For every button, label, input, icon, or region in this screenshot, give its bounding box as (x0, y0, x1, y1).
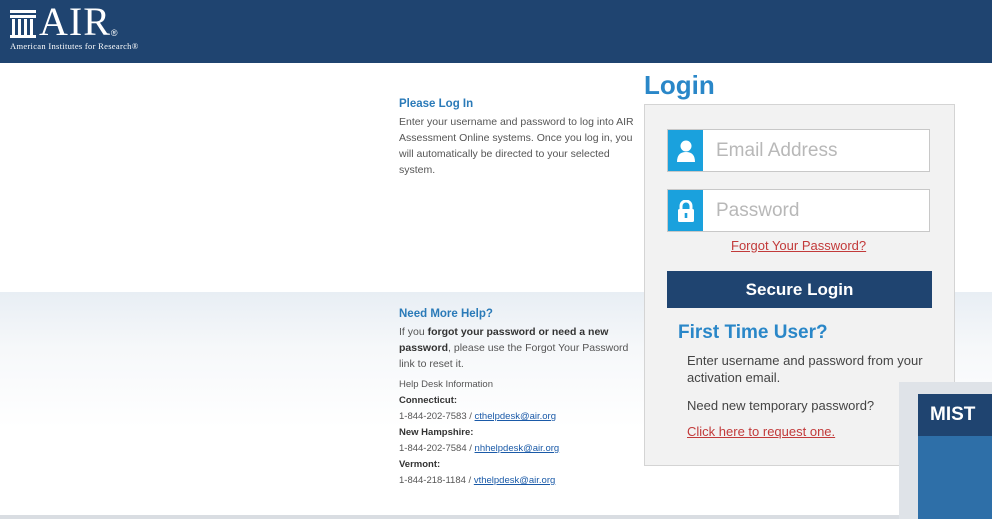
login-title: Login (644, 70, 715, 100)
helpdesk-label: Help Desk Information (399, 379, 493, 390)
helpdesk-state-name: Connecticut: (399, 395, 458, 406)
helpdesk-contact: 1-844-202-7584 / nhhelpdesk@air.org (399, 443, 560, 454)
secure-login-button[interactable]: Secure Login (667, 271, 932, 308)
email-input[interactable] (716, 136, 921, 166)
helpdesk-email-link[interactable]: cthelpdesk@air.org (475, 411, 556, 422)
overlay-title: MIST (918, 394, 992, 436)
helpdesk-email-link[interactable]: nhhelpdesk@air.org (475, 443, 560, 454)
helpdesk-list: Connecticut: 1-844-202-7583 / cthelpdesk… (399, 393, 645, 489)
password-input[interactable] (716, 196, 921, 226)
lock-icon (668, 190, 703, 231)
helpdesk-contact: 1-844-202-7583 / cthelpdesk@air.org (399, 411, 556, 422)
bottom-divider (0, 515, 899, 519)
please-log-in-text: Enter your username and password to log … (399, 116, 634, 176)
user-icon (668, 130, 703, 171)
helpdesk-email-link[interactable]: vthelpdesk@air.org (474, 475, 555, 486)
password-field[interactable] (667, 189, 930, 232)
need-help-text: If you forgot your password or need a ne… (399, 326, 629, 370)
helpdesk-contact: 1-844-218-1184 / vthelpdesk@air.org (399, 475, 556, 486)
request-password-link[interactable]: Click here to request one. (687, 424, 835, 439)
please-log-in-heading: Please Log In (399, 98, 474, 110)
helpdesk-state-name: Vermont: (399, 459, 441, 470)
building-icon (10, 8, 36, 38)
site-header: AIR ® American Institutes for Research® (0, 0, 992, 63)
temporary-password-text: Need new temporary password? (687, 398, 875, 413)
need-help-heading: Need More Help? (399, 308, 493, 320)
logo-text: AIR (39, 0, 111, 44)
email-field[interactable] (667, 129, 930, 172)
please-log-in-section: Please Log In Enter your username and pa… (399, 96, 645, 178)
first-time-user-text: Enter username and password from your ac… (687, 353, 923, 385)
overlapping-window[interactable]: MIST (899, 382, 992, 519)
air-logo[interactable]: AIR ® American Institutes for Research® (10, 0, 139, 51)
overlay-body (918, 436, 992, 519)
first-time-user-heading: First Time User? (678, 322, 828, 343)
logo-subtitle: American Institutes for Research® (10, 41, 139, 51)
forgot-password-link[interactable]: Forgot Your Password? (731, 238, 866, 253)
helpdesk-state-name: New Hampshire: (399, 427, 474, 438)
need-help-section: Need More Help? If you forgot your passw… (399, 306, 645, 489)
logo-registered-mark: ® (110, 28, 118, 38)
